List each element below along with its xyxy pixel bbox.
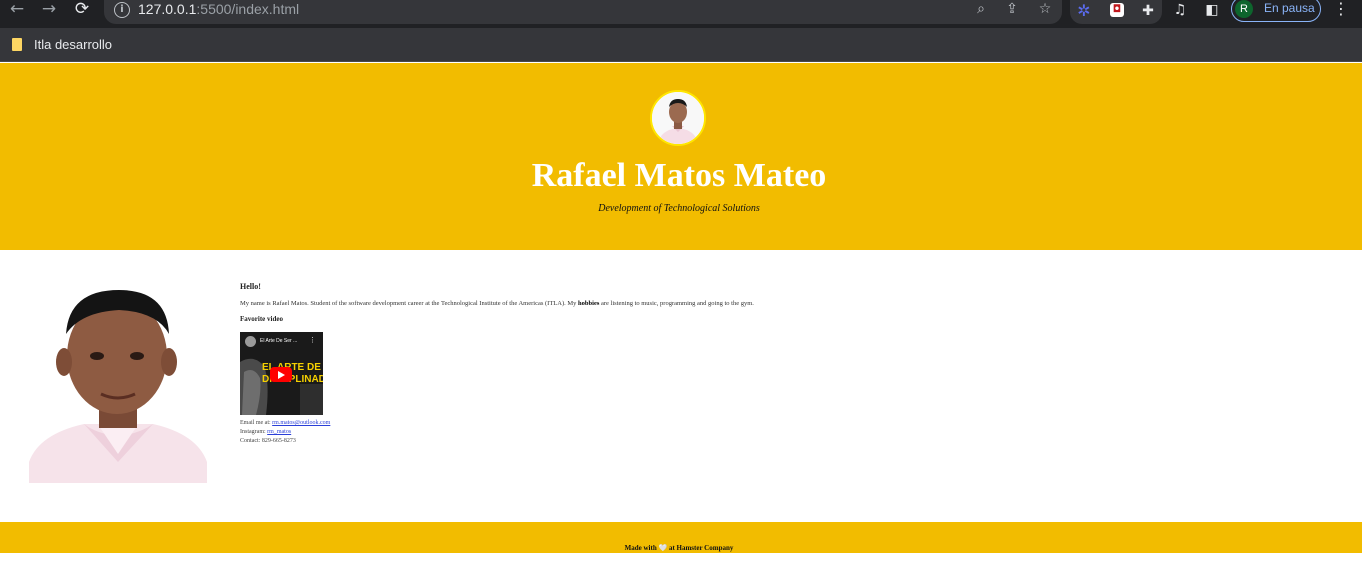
phone-line: Contact: 829-665-8273 [240,438,296,444]
page-title: Rafael Matos Mateo [531,157,827,194]
email-link[interactable]: rm.matos@outlook.com [272,420,330,426]
side-panel-icon[interactable]: ◧ [1202,1,1222,19]
folder-icon [12,38,22,51]
video-title: El Arte De Ser ... [260,338,298,344]
shield-extension-icon[interactable]: ◘ [1110,3,1124,17]
url-path: :5500/index.html [196,1,300,17]
profile-photo [29,284,207,483]
share-icon[interactable]: ⇪ [1003,1,1021,19]
footer-text: Made with 🤍 at Hamster Company [624,544,734,552]
address-bar[interactable]: i 127.0.0.1:5500/index.html ⌕ ⇪ ☆ [104,0,1062,24]
bookmark-label: Itla desarrollo [34,37,113,52]
bookmarks-bar: Itla desarrollo [0,28,1362,62]
url-host: 127.0.0.1 [138,1,197,17]
bookmark-star-icon[interactable]: ☆ [1036,1,1054,19]
youtube-video-embed[interactable]: El Arte De Ser ... ⋮ EL ARTE DE S DISCIP… [240,332,323,415]
zoom-icon[interactable]: ⌕ [972,1,990,19]
instagram-line: Instagram: rm_matos [240,428,291,436]
spark-extension-icon[interactable]: ✲ [1075,2,1093,20]
about-text-end: are listening to music, programming and … [599,300,754,307]
instagram-link[interactable]: rm_matos [267,429,291,435]
greeting-heading: Hello! [240,282,261,291]
more-menu-icon[interactable]: ⋮ [1333,0,1349,20]
favorite-video-heading: Favorite video [240,315,283,323]
about-text-start: My name is Rafael Matos. Student of the … [240,300,579,307]
browser-toolbar: ← → ⟳ i 127.0.0.1:5500/index.html ⌕ ⇪ ☆ … [0,0,1362,28]
video-more-icon[interactable]: ⋮ [309,336,316,344]
media-controls-icon[interactable]: ♫ [1170,1,1190,19]
profile-button[interactable]: R En pausa [1231,0,1321,22]
extensions-area: ✲ ◘ ✚ [1070,0,1162,24]
person-photo-icon [29,284,207,483]
url-text[interactable]: 127.0.0.1:5500/index.html [138,0,299,18]
header-avatar [650,90,706,146]
puzzle-extensions-icon[interactable]: ✚ [1139,2,1157,20]
person-portrait-icon [652,92,704,144]
instagram-label: Instagram: [240,429,268,435]
reload-icon[interactable]: ⟳ [71,0,93,20]
page-subtitle: Development of Technological Solutions [598,203,760,214]
email-label: Email me at: [240,420,273,426]
avatar: R [1235,0,1253,18]
forward-arrow-icon[interactable]: → [38,0,60,20]
page-footer: Made with 🤍 at Hamster Company [0,522,1362,553]
profile-status: En pausa [1264,1,1315,15]
email-line: Email me at: rm.matos@outlook.com [240,419,330,427]
site-info-icon[interactable]: i [114,2,130,18]
play-button-icon[interactable] [270,367,292,382]
about-paragraph: My name is Rafael Matos. Student of the … [240,299,754,308]
back-arrow-icon[interactable]: ← [6,0,28,20]
about-text-bold: hobbies [578,300,600,307]
channel-avatar [245,336,256,347]
page-header: Rafael Matos Mateo Development of Techno… [0,63,1362,250]
